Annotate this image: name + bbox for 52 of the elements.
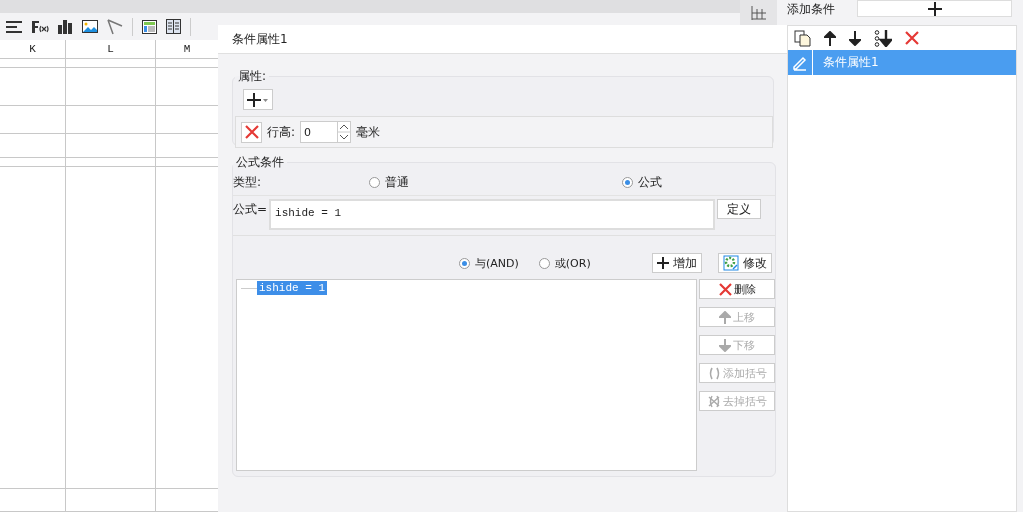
radio-label: 或(OR) bbox=[554, 255, 591, 271]
column-header: L bbox=[66, 40, 156, 58]
column-header: M bbox=[182, 42, 192, 57]
add-property-button[interactable] bbox=[243, 89, 273, 110]
radio-button[interactable] bbox=[538, 257, 550, 269]
radio-label: 普通 bbox=[385, 174, 409, 191]
close-icon bbox=[244, 125, 259, 139]
formula-field[interactable]: ishide = 1 bbox=[269, 199, 716, 230]
column-header: K bbox=[0, 40, 66, 58]
columns-icon[interactable] bbox=[166, 19, 181, 34]
layout-icon[interactable] bbox=[142, 19, 157, 34]
down-arrow-icon bbox=[719, 338, 731, 352]
row-height-label: 行高: bbox=[267, 123, 296, 141]
spinner-arrows-icon[interactable] bbox=[338, 122, 351, 142]
formula-icon[interactable] bbox=[31, 19, 49, 34]
section-title: 公式条件 bbox=[235, 154, 285, 171]
add-button[interactable]: 增加 bbox=[652, 253, 702, 273]
type-label: 类型: bbox=[233, 174, 262, 191]
dialog-title: 条件属性1 bbox=[218, 25, 787, 54]
crossed-parentheses-icon bbox=[707, 394, 721, 408]
radio-button[interactable] bbox=[622, 177, 633, 188]
copy-icon[interactable] bbox=[794, 29, 811, 47]
parentheses-icon bbox=[707, 366, 721, 380]
align-left-icon[interactable] bbox=[6, 20, 22, 33]
formula-label: 公式= bbox=[233, 201, 268, 218]
add-condition-label: 添加条件 bbox=[787, 1, 835, 18]
pencil-icon bbox=[792, 54, 808, 71]
up-arrow-icon[interactable] bbox=[824, 30, 836, 46]
up-arrow-icon bbox=[719, 310, 731, 324]
modify-button[interactable]: 修改 bbox=[718, 253, 772, 273]
radio-button[interactable] bbox=[369, 177, 380, 188]
close-icon bbox=[718, 282, 732, 296]
define-button[interactable]: 定义 bbox=[717, 199, 762, 219]
plus-icon bbox=[657, 257, 669, 269]
radio-button[interactable] bbox=[459, 257, 470, 269]
plus-dropdown-icon bbox=[247, 92, 269, 107]
action-button[interactable]: 删除 bbox=[699, 279, 775, 299]
section-title: 属性: bbox=[237, 68, 268, 85]
down-arrow-icon[interactable] bbox=[849, 30, 861, 46]
row-height-field[interactable]: 0 bbox=[300, 121, 352, 143]
move-bottom-icon[interactable] bbox=[874, 29, 892, 47]
image-icon[interactable] bbox=[82, 20, 98, 33]
grid-icon[interactable] bbox=[750, 5, 767, 20]
delete-icon[interactable] bbox=[905, 31, 919, 45]
radio-label: 与(AND) bbox=[475, 255, 519, 271]
plus-icon bbox=[927, 1, 942, 16]
unit-label: 毫米 bbox=[356, 123, 381, 141]
remove-button[interactable] bbox=[241, 121, 262, 143]
radio-label: 公式 bbox=[638, 174, 662, 191]
bar-chart-icon[interactable] bbox=[58, 19, 73, 34]
pointer-icon[interactable] bbox=[107, 18, 123, 35]
condition-name: 条件属性1 bbox=[823, 54, 879, 71]
